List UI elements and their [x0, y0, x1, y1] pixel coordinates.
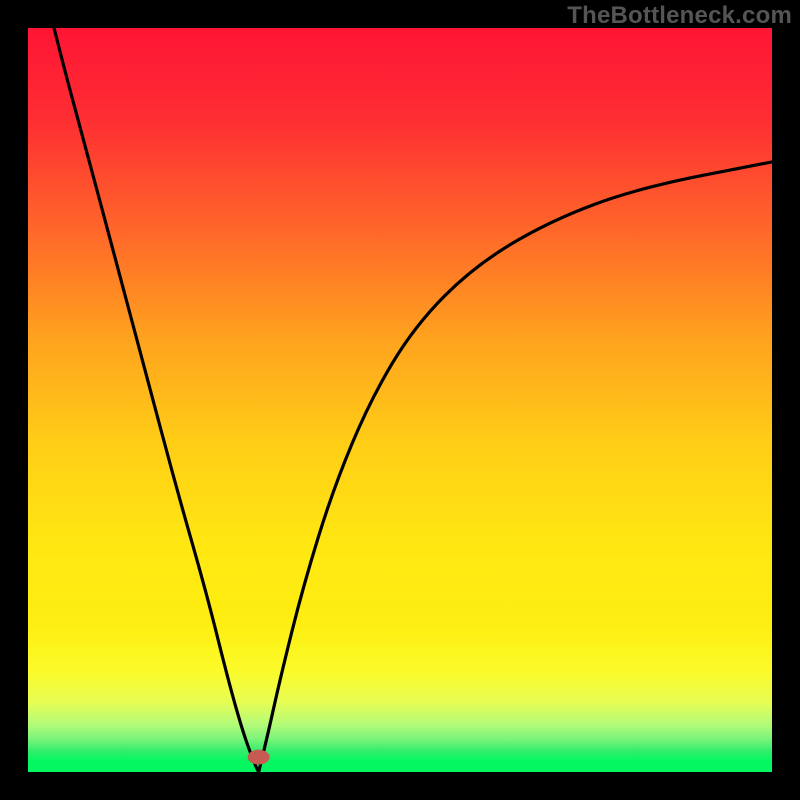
minimum-marker [248, 750, 270, 765]
watermark-text: TheBottleneck.com [567, 2, 792, 30]
chart-frame: TheBottleneck.com [0, 0, 800, 800]
plot-background [28, 28, 772, 772]
bottleneck-chart [0, 0, 800, 800]
